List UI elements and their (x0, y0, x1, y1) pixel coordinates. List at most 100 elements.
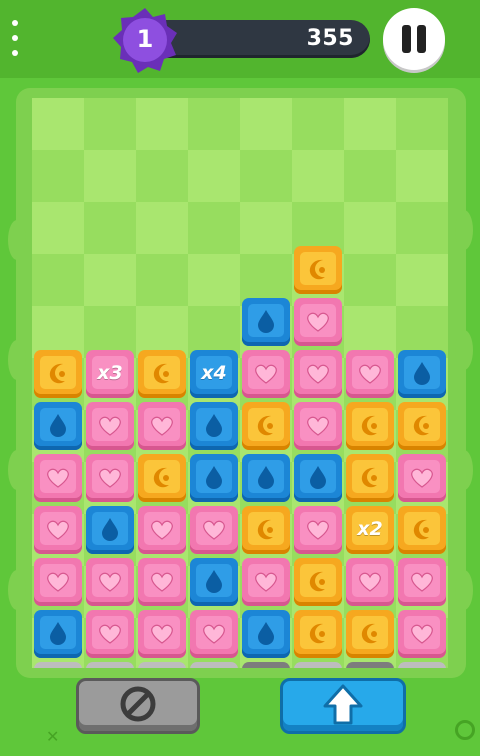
heart-icon (307, 312, 329, 332)
pink-tile[interactable] (86, 402, 134, 450)
yellow-tile[interactable] (346, 610, 394, 658)
pink-tile[interactable] (34, 558, 82, 606)
heart-icon (151, 624, 173, 644)
stone-tile[interactable] (242, 662, 290, 668)
pink-tile[interactable] (190, 506, 238, 554)
stone-tile[interactable] (190, 662, 238, 668)
grass-tuft (455, 450, 473, 490)
pink-tile[interactable] (138, 506, 186, 554)
blue-tile[interactable]: x4 (190, 350, 238, 398)
yellow-tile[interactable] (294, 558, 342, 606)
yellow-tile[interactable] (242, 506, 290, 554)
drop-icon (50, 414, 66, 437)
pink-tile[interactable] (398, 454, 446, 502)
drop-icon (102, 518, 118, 541)
pink-tile[interactable] (86, 454, 134, 502)
board-cell (84, 254, 136, 306)
heart-icon (255, 364, 277, 384)
pink-tile[interactable] (242, 350, 290, 398)
board-cell (344, 202, 396, 254)
moon-icon (257, 415, 273, 436)
blue-tile[interactable] (398, 350, 446, 398)
pink-tile[interactable] (34, 506, 82, 554)
multiplier-label: x4 (201, 362, 227, 384)
pink-tile[interactable] (398, 610, 446, 658)
blue-tile[interactable] (190, 402, 238, 450)
blue-tile[interactable] (242, 610, 290, 658)
grass-tuft (455, 210, 473, 250)
pink-tile[interactable] (294, 298, 342, 346)
board-cell (136, 98, 188, 150)
yellow-tile[interactable] (346, 454, 394, 502)
stone-icon (34, 662, 82, 668)
stone-icon (138, 662, 186, 668)
blue-tile[interactable] (242, 454, 290, 502)
multiplier-label: x3 (97, 362, 123, 384)
heart-icon (203, 624, 225, 644)
pink-tile[interactable] (138, 402, 186, 450)
stone-tile[interactable] (346, 662, 394, 668)
grass-tuft (455, 330, 473, 370)
pink-tile[interactable] (190, 610, 238, 658)
ring-icon (455, 720, 475, 740)
heart-icon (307, 364, 329, 384)
stone-tile[interactable] (398, 662, 446, 668)
stone-tile[interactable] (138, 662, 186, 668)
pink-tile[interactable] (138, 558, 186, 606)
yellow-tile[interactable] (138, 350, 186, 398)
blue-tile[interactable] (294, 454, 342, 502)
pink-tile[interactable]: x3 (86, 350, 134, 398)
yellow-tile[interactable] (242, 402, 290, 450)
blue-tile[interactable] (34, 402, 82, 450)
blue-tile[interactable] (86, 506, 134, 554)
moon-icon (309, 623, 325, 644)
moon-icon (309, 259, 325, 280)
blue-tile[interactable] (34, 610, 82, 658)
board-cell (240, 98, 292, 150)
board-cell (240, 202, 292, 254)
yellow-tile[interactable] (138, 454, 186, 502)
yellow-tile[interactable] (398, 402, 446, 450)
stone-tile[interactable] (294, 662, 342, 668)
yellow-tile[interactable]: x2 (346, 506, 394, 554)
board-cell (396, 254, 448, 306)
pink-tile[interactable] (294, 402, 342, 450)
bottom-bar (0, 678, 480, 756)
moon-icon (361, 623, 377, 644)
heart-icon (203, 520, 225, 540)
blue-tile[interactable] (190, 454, 238, 502)
pink-tile[interactable] (346, 558, 394, 606)
grass-tuft (8, 340, 26, 380)
yellow-tile[interactable] (346, 402, 394, 450)
cancel-button[interactable] (76, 678, 200, 734)
menu-button[interactable] (4, 20, 26, 56)
pink-tile[interactable] (34, 454, 82, 502)
pause-button[interactable] (383, 8, 445, 70)
moon-icon (361, 467, 377, 488)
drop-icon (206, 414, 222, 437)
pink-tile[interactable] (346, 350, 394, 398)
yellow-tile[interactable] (294, 246, 342, 294)
yellow-tile[interactable] (294, 610, 342, 658)
grass-tuft (8, 570, 26, 610)
moon-icon (49, 363, 65, 384)
heart-icon (359, 572, 381, 592)
blue-tile[interactable] (242, 298, 290, 346)
pink-tile[interactable] (138, 610, 186, 658)
blue-tile[interactable] (190, 558, 238, 606)
pink-tile[interactable] (242, 558, 290, 606)
yellow-tile[interactable] (34, 350, 82, 398)
pink-tile[interactable] (86, 610, 134, 658)
push-up-button[interactable] (280, 678, 406, 734)
grass-tuft (8, 450, 26, 490)
stone-tile[interactable] (86, 662, 134, 668)
drop-icon (206, 466, 222, 489)
game-board[interactable]: x3 x4 x2 (32, 98, 448, 668)
yellow-tile[interactable] (398, 506, 446, 554)
stone-tile[interactable] (34, 662, 82, 668)
pink-tile[interactable] (294, 506, 342, 554)
pink-tile[interactable] (86, 558, 134, 606)
pause-icon (417, 25, 426, 53)
pink-tile[interactable] (398, 558, 446, 606)
pink-tile[interactable] (294, 350, 342, 398)
